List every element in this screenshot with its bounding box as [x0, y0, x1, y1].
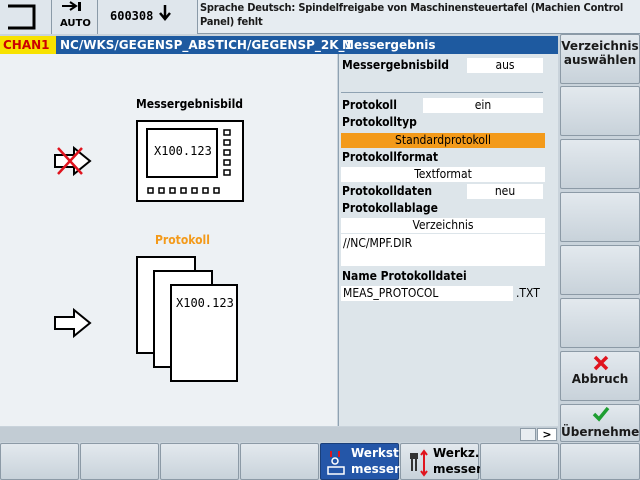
channel-bar: CHAN1 NC/WKS/GEGENSP_ABSTICH/GEGENSP_2K_…: [0, 36, 558, 54]
horizontal-softkey-1[interactable]: [0, 443, 79, 480]
select-directory-label-2: auswählen: [563, 53, 637, 67]
horizontal-softkey-7[interactable]: [480, 443, 559, 480]
channel-tag: CHAN1: [0, 36, 56, 54]
workpiece-probe-icon: [327, 451, 345, 475]
divider: [341, 92, 543, 93]
screen-bottom-keys-icon: [147, 187, 220, 194]
mode-label: AUTO: [60, 18, 91, 29]
protocol-storage-label: Protokollablage: [342, 201, 438, 215]
measure-workpiece-label-2: messen: [351, 462, 403, 476]
measure-workpiece-button[interactable]: Werkst messen: [320, 443, 403, 480]
tool-measure-icon: [410, 449, 428, 477]
result-image-label: Messergebnisbild: [342, 58, 450, 72]
result-image-heading: Messergebnisbild: [136, 97, 244, 111]
protocol-label: Protokoll: [342, 98, 397, 112]
protocol-sheet-value: X100.123: [176, 296, 234, 310]
accept-button[interactable]: Übernehmen: [560, 404, 640, 442]
active-arrow-icon: [54, 307, 92, 339]
program-number: 600308: [110, 9, 154, 23]
horizontal-softkey-4[interactable]: [240, 443, 319, 480]
softkey-strip: >: [0, 427, 558, 442]
more-softkeys-button[interactable]: >: [537, 428, 557, 441]
screen-value: X100.123: [154, 144, 212, 158]
protocol-filename-label: Name Protokolldatei: [342, 269, 467, 283]
vertical-softkey-2[interactable]: [560, 86, 640, 136]
measure-tool-label-1: Werkz.: [433, 446, 480, 460]
program-indicator: 600308: [98, 0, 198, 34]
vertical-softkey-4[interactable]: [560, 192, 640, 242]
cancel-button[interactable]: Abbruch: [560, 351, 640, 401]
accept-label: Übernehmen: [561, 425, 640, 439]
protocol-path-field[interactable]: //NC/MPF.DIR: [341, 234, 545, 266]
protocol-format-label: Protokollformat: [342, 150, 439, 164]
return-arrow-icon: [8, 4, 36, 30]
graphic-area: Messergebnisbild X100.123 Protokoll X100…: [0, 54, 337, 426]
program-path: NC/WKS/GEGENSP_ABSTICH/GEGENSP_2K_1: [60, 38, 353, 52]
screen-display: X100.123: [146, 128, 218, 178]
protocol-storage-select[interactable]: Verzeichnis: [341, 218, 545, 233]
arrow-down-icon: [159, 5, 171, 21]
vertical-softkey-3[interactable]: [560, 139, 640, 189]
protocol-sheet-front: X100.123: [170, 284, 238, 382]
protocol-data-select[interactable]: neu: [467, 184, 543, 199]
protocol-format-select[interactable]: Textformat: [341, 167, 545, 182]
protocol-select[interactable]: ein: [423, 98, 543, 113]
cancel-x-icon: [593, 355, 609, 371]
result-screen-graphic: X100.123: [136, 120, 244, 202]
scroll-left-box[interactable]: [520, 428, 536, 441]
parameter-panel: Messergebnisbild aus Protokoll ein Proto…: [338, 54, 558, 426]
menu-select-button[interactable]: [0, 0, 52, 34]
auto-mode-icon: [62, 1, 81, 11]
measure-workpiece-label-1: Werkst: [351, 446, 399, 460]
protocol-data-label: Protokolldaten: [342, 184, 433, 198]
protocol-type-label: Protokolltyp: [342, 115, 417, 129]
panel-title: Messergebnis: [342, 38, 436, 52]
horizontal-softkey-8[interactable]: [560, 443, 640, 480]
screen-side-keys-icon: [223, 129, 231, 176]
accept-check-icon: [592, 406, 610, 422]
vertical-softkey-6[interactable]: [560, 298, 640, 348]
protocol-filename-input[interactable]: MEAS_PROTOCOL: [341, 286, 513, 301]
select-directory-label-1: Verzeichnis: [561, 39, 639, 53]
protocol-type-select[interactable]: Standardprotokoll: [341, 133, 545, 148]
protocol-filename-ext: .TXT: [516, 286, 540, 300]
result-image-select[interactable]: aus: [467, 58, 543, 73]
alarm-message: Sprache Deutsch: Spindelfreigabe von Mas…: [200, 1, 624, 28]
mode-indicator: AUTO: [52, 0, 98, 34]
measure-tool-button[interactable]: Werkz. messen: [400, 443, 485, 480]
disabled-arrow-icon: [54, 145, 92, 177]
vertical-softkey-5[interactable]: [560, 245, 640, 295]
horizontal-softkey-2[interactable]: [80, 443, 159, 480]
top-status-bar: AUTO 600308 Sprache Deutsch: Spindelfrei…: [0, 0, 640, 34]
cancel-label: Abbruch: [571, 372, 629, 386]
protocol-heading: Protokoll: [155, 233, 210, 247]
horizontal-softkey-3[interactable]: [160, 443, 239, 480]
measure-tool-label-2: messen: [433, 462, 485, 476]
select-directory-button[interactable]: Verzeichnis auswählen: [560, 34, 640, 84]
